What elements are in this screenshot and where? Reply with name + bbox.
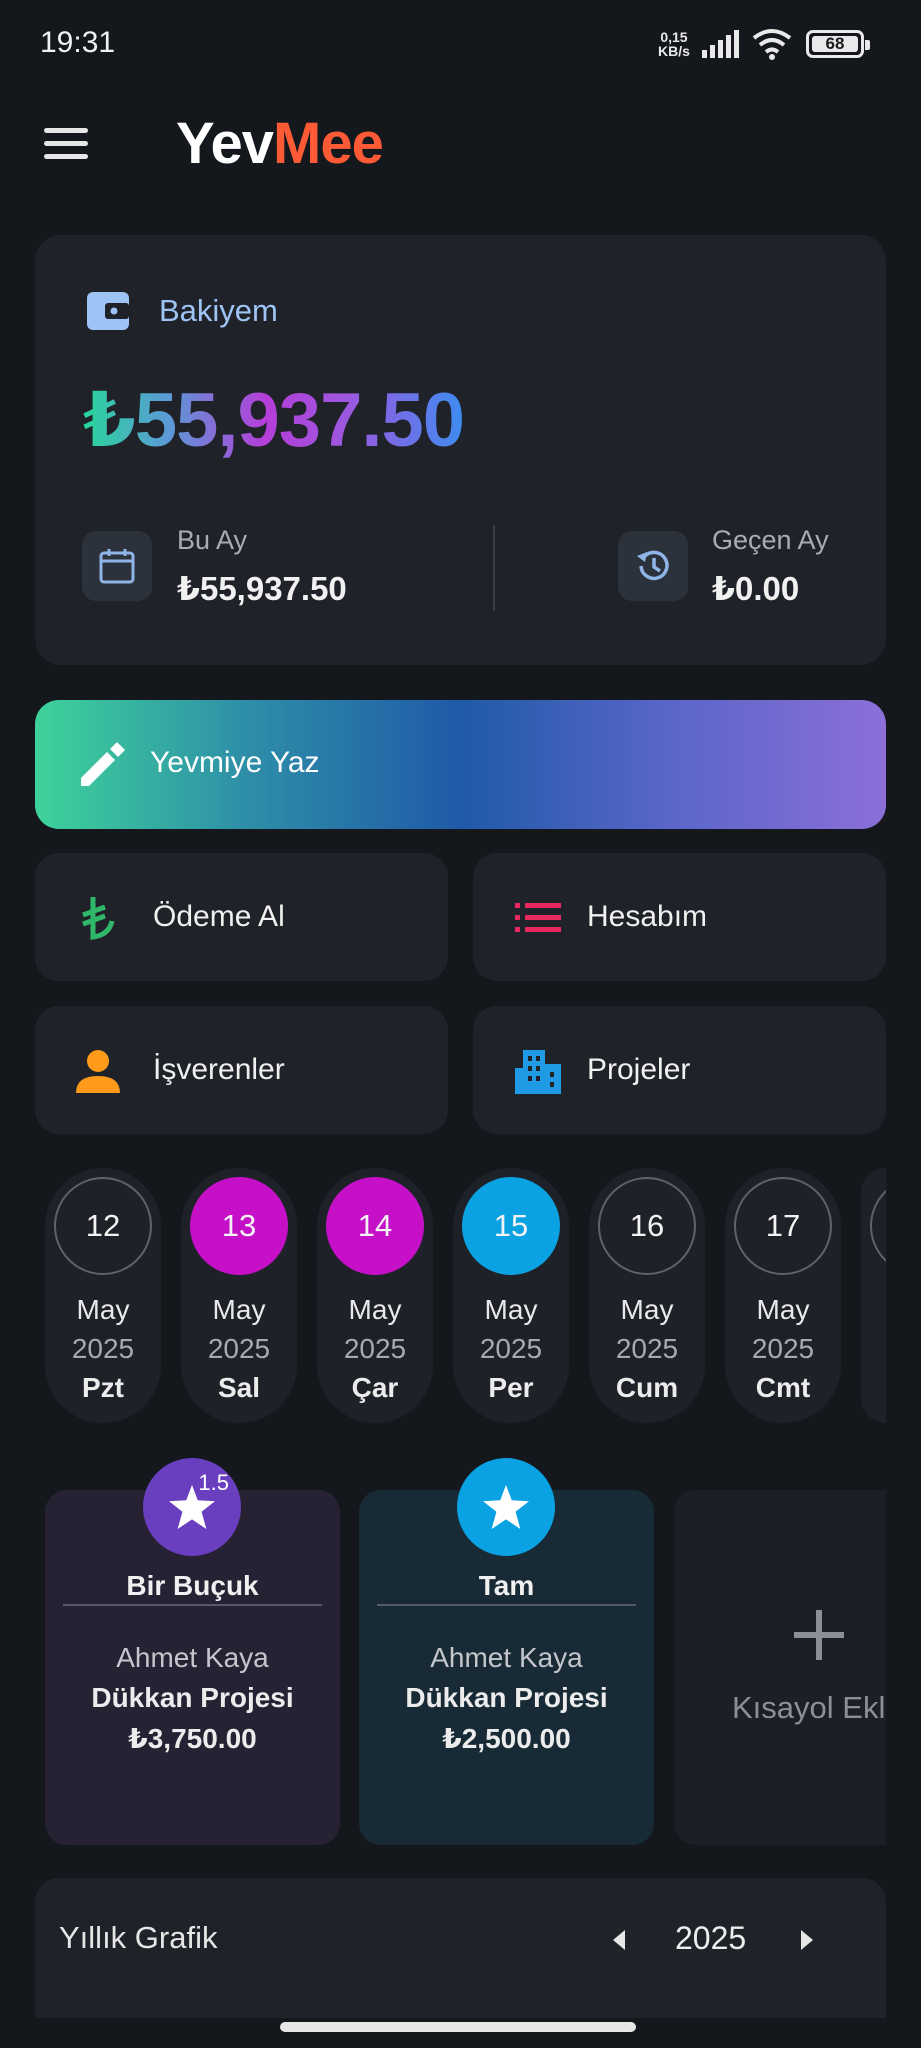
person-icon	[75, 1048, 121, 1094]
day-number: 17	[734, 1177, 832, 1275]
day-year: 2025	[615, 1333, 679, 1364]
pencil-icon	[81, 742, 125, 786]
app-logo: YevMee	[176, 110, 384, 177]
hesabim-button[interactable]: Hesabım	[473, 853, 886, 981]
yevmiye-yaz-label: Yevmiye Yaz	[150, 746, 320, 779]
day-weekday: Cmt	[755, 1372, 811, 1403]
logo-text-2: Mee	[273, 111, 384, 176]
day-year: 2025	[71, 1333, 135, 1364]
lira-icon	[75, 895, 121, 941]
day-weekday: Çar	[351, 1372, 399, 1403]
annual-chart-title: Yıllık Grafik	[59, 1920, 218, 1955]
day-number-partial	[870, 1177, 886, 1275]
day-number: 12	[54, 1177, 152, 1275]
chevron-right-icon[interactable]	[797, 1928, 817, 1952]
last-month-label: Geçen Ay	[712, 525, 829, 555]
this-month-label: Bu Ay	[177, 525, 248, 555]
add-shortcut-label: Kısayol Ekle	[732, 1690, 886, 1725]
day-item[interactable]: 12 May 2025 Pzt	[45, 1168, 161, 1423]
shortcut-divider	[63, 1604, 322, 1606]
odeme-al-button[interactable]: Ödeme Al	[35, 853, 448, 981]
day-weekday: Pzt	[82, 1372, 124, 1403]
odeme-al-label: Ödeme Al	[153, 900, 285, 933]
day-item[interactable]: 16 May 2025 Cum	[589, 1168, 705, 1423]
day-month: May	[484, 1294, 538, 1325]
isverenler-button[interactable]: İşverenler	[35, 1006, 448, 1134]
balance-card: Bakiyem ₺55,937.50 Bu Ay ₺55,937.50 Geçe…	[35, 235, 886, 665]
projeler-label: Projeler	[587, 1053, 691, 1086]
day-number: 16	[598, 1177, 696, 1275]
history-icon	[618, 531, 688, 601]
day-year: 2025	[479, 1333, 543, 1364]
network-speed-value: 0,15	[660, 29, 688, 45]
last-month-value: ₺0.00	[712, 570, 800, 607]
day-number: 14	[326, 1177, 424, 1275]
day-month: May	[756, 1294, 810, 1325]
day-number: 13	[190, 1177, 288, 1275]
building-icon	[515, 1048, 561, 1094]
day-year: 2025	[343, 1333, 407, 1364]
shortcut-person: Ahmet Kaya	[116, 1642, 269, 1673]
shortcut-amount: ₺2,500.00	[442, 1723, 571, 1754]
logo-text-1: Yev	[176, 111, 274, 176]
balance-amount: ₺55,937.50	[83, 375, 465, 464]
isverenler-label: İşverenler	[153, 1053, 285, 1086]
network-speed-unit: KB/s	[658, 43, 690, 59]
day-year: 2025	[207, 1333, 271, 1364]
star-badge: 1.5	[143, 1458, 241, 1556]
shortcut-project: Dükkan Projesi	[405, 1682, 608, 1713]
star-badge	[457, 1458, 555, 1556]
day-item[interactable]: 17 May 2025 Cmt	[725, 1168, 841, 1423]
shortcut-title: Bir Buçuk	[126, 1570, 259, 1601]
status-time: 19:31	[40, 26, 116, 59]
battery-icon: 68	[806, 30, 870, 58]
day-item[interactable]: 15 May 2025 Per	[453, 1168, 569, 1423]
day-month: May	[76, 1294, 130, 1325]
shortcut-title: Tam	[478, 1570, 535, 1601]
hesabim-label: Hesabım	[587, 900, 708, 933]
annual-chart-card: Yıllık Grafik 2025	[35, 1878, 886, 2018]
day-month: May	[348, 1294, 402, 1325]
shortcut-divider	[377, 1604, 636, 1606]
day-number: 15	[462, 1177, 560, 1275]
shortcut-amount: ₺3,750.00	[128, 1723, 257, 1754]
day-weekday: Per	[488, 1372, 534, 1403]
list-icon	[515, 895, 561, 941]
network-speed: 0,15 KB/s	[658, 30, 690, 58]
day-weekday: Sal	[217, 1372, 261, 1403]
day-item[interactable]: 14 May 2025 Çar	[317, 1168, 433, 1423]
battery-level: 68	[825, 34, 845, 53]
projeler-button[interactable]: Projeler	[473, 1006, 886, 1134]
add-shortcut-card[interactable]: Kısayol Ekle	[674, 1490, 886, 1845]
day-weekday: Cum	[615, 1372, 679, 1403]
signal-icon	[702, 30, 739, 58]
wifi-icon	[752, 29, 792, 60]
plus-icon	[794, 1610, 844, 1660]
day-month: May	[212, 1294, 266, 1325]
shortcut-person: Ahmet Kaya	[430, 1642, 583, 1673]
home-indicator[interactable]	[280, 2022, 636, 2032]
day-month: May	[620, 1294, 674, 1325]
day-year: 2025	[751, 1333, 815, 1364]
day-item-partial[interactable]	[861, 1168, 886, 1423]
chevron-left-icon[interactable]	[609, 1928, 629, 1952]
star-icon	[483, 1485, 529, 1529]
day-item[interactable]: 13 May 2025 Sal	[181, 1168, 297, 1423]
shortcut-project: Dükkan Projesi	[91, 1682, 294, 1713]
this-month-value: ₺55,937.50	[177, 570, 347, 607]
badge-number: 1.5	[198, 1470, 229, 1495]
wallet-icon	[87, 292, 129, 330]
status-bar: 19:31 0,15 KB/s 68	[0, 0, 921, 90]
yevmiye-yaz-button[interactable]: Yevmiye Yaz	[35, 700, 886, 829]
calendar-icon	[82, 531, 152, 601]
year-value: 2025	[675, 1920, 747, 1956]
balance-label: Bakiyem	[159, 293, 278, 328]
divider	[493, 525, 495, 611]
menu-icon[interactable]	[44, 128, 88, 164]
